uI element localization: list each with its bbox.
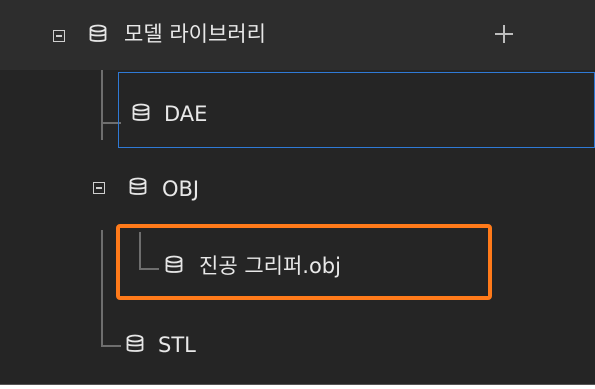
database-icon — [89, 24, 107, 42]
library-title: 모델 라이브러리 — [124, 22, 266, 46]
tree-item-stl[interactable]: STL — [158, 333, 196, 357]
database-icon — [129, 177, 147, 195]
tree-item-obj-file[interactable]: 진공 그리퍼.obj — [199, 254, 341, 278]
database-icon — [165, 255, 183, 273]
tree-item-obj[interactable]: OBJ — [162, 177, 199, 201]
database-icon — [132, 103, 150, 121]
tree-item-label: DAE — [164, 102, 208, 126]
database-icon — [126, 334, 144, 352]
tree-line — [101, 230, 103, 346]
tree-line — [101, 345, 121, 347]
panel-header: 모델 라이브러리 — [0, 0, 595, 70]
tree-line — [101, 70, 103, 140]
collapse-obj-icon[interactable] — [93, 182, 105, 194]
add-model-button[interactable] — [489, 19, 519, 49]
model-library-panel: 모델 라이브러리 DAE OBJ 진공 그리퍼.obj STL — [0, 0, 595, 385]
collapse-library-icon[interactable] — [53, 30, 65, 42]
